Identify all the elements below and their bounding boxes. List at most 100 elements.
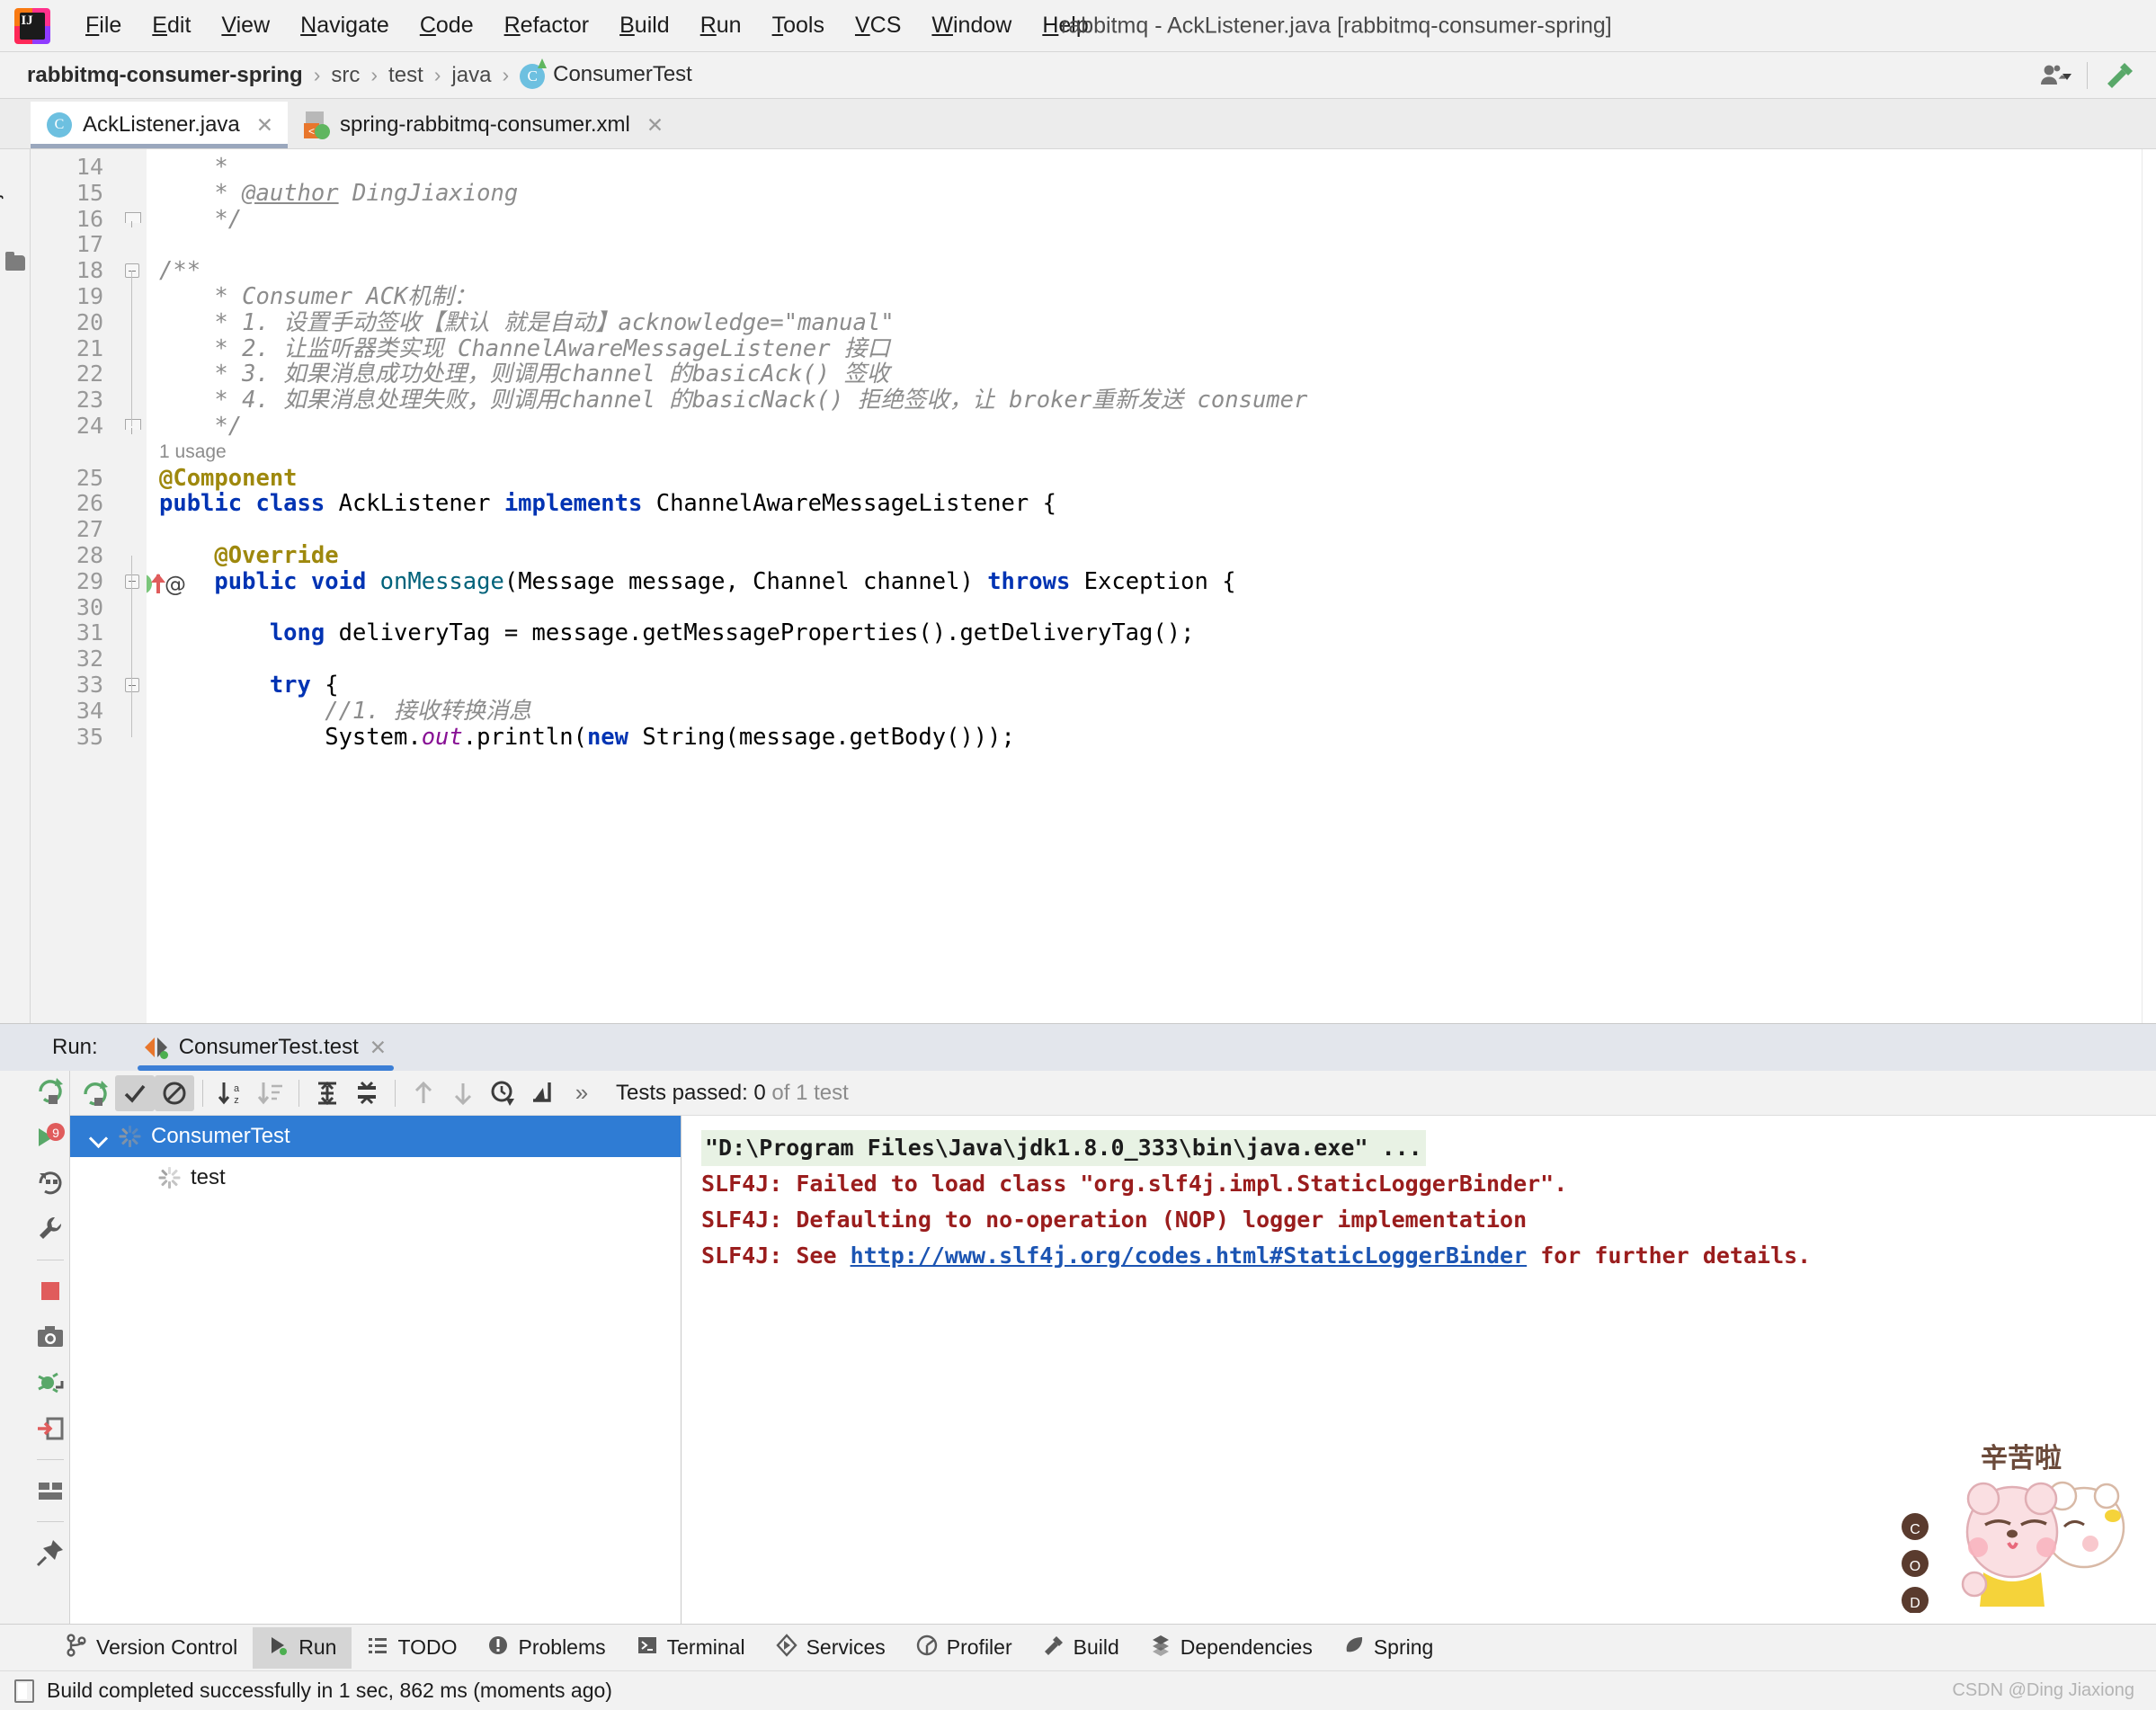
tool-window-dependencies[interactable]: Dependencies (1135, 1627, 1328, 1669)
close-icon[interactable]: ✕ (646, 113, 664, 138)
code-line[interactable]: * @author DingJiaxiong (159, 180, 518, 207)
line-number-blank (103, 440, 116, 466)
code-line[interactable]: public class AckListener implements Chan… (159, 491, 1056, 517)
pin-icon[interactable] (35, 1537, 66, 1568)
rerun-icon[interactable] (35, 1076, 66, 1107)
sort-by-duration-icon[interactable] (251, 1075, 290, 1111)
menu-item-window[interactable]: Window (916, 9, 1027, 42)
code-line[interactable]: try { (159, 672, 339, 699)
tool-window-todo[interactable]: TODO (352, 1627, 472, 1669)
fold-collapse-icon[interactable] (125, 263, 139, 279)
rerun-icon[interactable] (76, 1075, 115, 1111)
code-line[interactable]: /** (159, 258, 200, 284)
menu-bar: IJ File Edit View Navigate Code Refactor Build… (0, 0, 2156, 52)
editor-tab-acklistener[interactable]: C AckListener.java ✕ (31, 102, 289, 148)
run-tab-consumertest[interactable]: ConsumerTest.test ✕ (131, 1024, 400, 1071)
code-line[interactable]: * Consumer ACK机制： (159, 284, 476, 310)
code-line[interactable] (159, 646, 173, 672)
menu-item-refactor[interactable]: Refactor (489, 9, 605, 42)
menu-item-edit[interactable]: Edit (137, 9, 206, 42)
console-output[interactable]: "D:\Program Files\Java\jdk1.8.0_333\bin\… (682, 1116, 2156, 1624)
next-occurrence-icon[interactable] (443, 1075, 483, 1111)
menu-item-navigate[interactable]: Navigate (285, 9, 405, 42)
tool-window-profiler[interactable]: Profiler (901, 1627, 1028, 1669)
tool-window-services[interactable]: Services (761, 1627, 901, 1669)
menu-item-file[interactable]: File (70, 9, 137, 42)
menu-item-tools[interactable]: Tools (757, 9, 840, 42)
code-line[interactable]: //1. 接收转换消息 (159, 698, 531, 725)
sidebar-item-bookmarks[interactable]: Bookmarks (0, 1251, 1, 1345)
previous-occurrence-icon[interactable] (404, 1075, 443, 1111)
table-row[interactable]: test (70, 1157, 681, 1198)
chevron-down-icon[interactable] (88, 1126, 110, 1147)
debug-9-icon[interactable]: 9 (35, 1122, 66, 1153)
tool-window-version-control[interactable]: Version Control (50, 1627, 253, 1669)
menu-item-code[interactable]: Code (405, 9, 489, 42)
screenshot-icon[interactable] (35, 1322, 66, 1352)
breadcrumb-project[interactable]: rabbitmq-consumer-spring (20, 61, 310, 90)
sidebar-item-structure[interactable]: Structure (0, 1448, 1, 1525)
folder-icon[interactable] (5, 252, 25, 271)
code-line[interactable]: long deliveryTag = message.getMessagePro… (159, 620, 1195, 646)
fold-collapse-icon[interactable] (125, 678, 139, 692)
code-line[interactable]: * 3. 如果消息成功处理，则调用channel 的basicAck() 签收 (159, 361, 889, 387)
export-test-results-icon[interactable] (522, 1075, 562, 1111)
menu-item-run[interactable]: Run (685, 9, 757, 42)
close-icon[interactable]: ✕ (256, 113, 273, 138)
test-results-tree[interactable]: ConsumerTest test (70, 1116, 682, 1624)
code-line[interactable]: * (159, 155, 227, 181)
code-line[interactable]: @Component (159, 465, 298, 492)
code-line[interactable]: * 2. 让监听器类实现 ChannelAwareMessageListener… (159, 335, 889, 362)
layout-icon[interactable] (35, 1475, 66, 1506)
fold-end-icon[interactable] (125, 419, 141, 434)
code-line[interactable]: System.out.println(new String(message.ge… (159, 724, 1015, 751)
show-passed-icon[interactable] (115, 1074, 155, 1111)
tool-window-run[interactable]: Run (253, 1626, 352, 1669)
code-editor[interactable]: 14151617181920212223242526272829I@303132… (31, 149, 2156, 1023)
test-history-icon[interactable] (483, 1075, 522, 1111)
breadcrumb-test[interactable]: test (381, 61, 431, 90)
code-line[interactable] (159, 517, 173, 543)
user-dropdown-icon[interactable] (2033, 58, 2080, 94)
expand-all-icon[interactable] (307, 1075, 347, 1111)
show-ignored-icon[interactable] (155, 1074, 194, 1111)
breadcrumb[interactable]: rabbitmq-consumer-spring › src › test › java › C… (20, 58, 699, 91)
tool-window-spring[interactable]: Spring (1328, 1627, 1448, 1669)
console-link[interactable]: http://www.slf4j.org/codes.html#StaticLo… (851, 1242, 1528, 1269)
breadcrumb-java[interactable]: java (444, 61, 498, 90)
code-line[interactable] (159, 232, 173, 258)
editor-tab-spring-xml[interactable]: < spring-rabbitmq-consumer.xml ✕ (288, 102, 678, 148)
tool-window-problems[interactable]: Problems (472, 1627, 620, 1669)
code-content[interactable]: * * @author DingJiaxiong */ /** * Consum… (147, 149, 2142, 1023)
code-line[interactable] (159, 595, 173, 621)
code-line[interactable]: public void onMessage(Message message, C… (159, 568, 1235, 595)
usage-hint[interactable]: 1 usage (159, 440, 227, 466)
breadcrumb-src[interactable]: src (324, 61, 367, 90)
collapse-all-icon[interactable] (347, 1075, 387, 1111)
tool-window-terminal[interactable]: Terminal (621, 1627, 761, 1669)
restart-icon[interactable] (35, 1168, 66, 1198)
code-line[interactable]: * 4. 如果消息处理失败，则调用channel 的basicNack() 拒绝… (159, 387, 1307, 414)
tool-window-build[interactable]: Build (1028, 1627, 1135, 1669)
menu-item-view[interactable]: View (206, 9, 285, 42)
fold-end-icon[interactable] (125, 211, 141, 227)
stop-icon[interactable] (35, 1276, 66, 1306)
menu-item-build[interactable]: Build (604, 9, 685, 42)
code-line[interactable]: * 1. 设置手动签收【默认 就是自动】acknowledge="manual" (159, 309, 894, 336)
fold-collapse-icon[interactable] (125, 574, 139, 589)
hammer-icon[interactable] (2095, 58, 2142, 94)
close-icon[interactable]: ✕ (370, 1036, 387, 1060)
more-actions-icon[interactable]: » (562, 1075, 601, 1111)
menu-item-vcs[interactable]: VCS (840, 9, 916, 42)
code-line[interactable]: @Override (159, 543, 338, 569)
thread-dump-icon[interactable] (35, 1367, 66, 1398)
breadcrumb-class[interactable]: C ConsumerTest (512, 58, 699, 91)
settings-wrench-icon[interactable] (35, 1214, 66, 1244)
sidebar-item-project[interactable]: Project (0, 169, 4, 227)
code-folding-gutter[interactable] (116, 149, 147, 1023)
export-icon[interactable] (35, 1413, 66, 1444)
code-line[interactable]: */ (159, 206, 242, 233)
code-line[interactable]: */ (159, 414, 242, 440)
table-row[interactable]: ConsumerTest (70, 1116, 681, 1157)
sort-alphabetically-icon[interactable]: a z (211, 1075, 251, 1111)
